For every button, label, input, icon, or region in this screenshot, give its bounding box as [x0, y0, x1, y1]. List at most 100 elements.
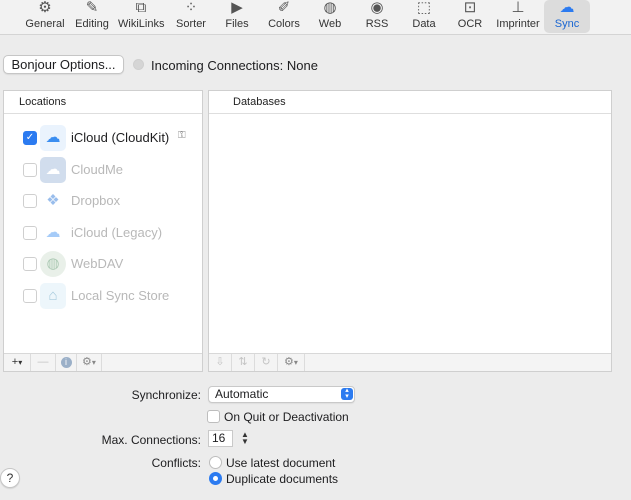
preferences-toolbar: ⚙ General ✎ Editing ⧉ WikiLinks ⁘ Sorter… — [0, 0, 631, 35]
rss-icon: ◉ — [370, 0, 384, 16]
databases-header-label: Databases — [233, 96, 286, 108]
sync-arrows-icon: ⇅ — [238, 356, 248, 368]
location-checkbox[interactable] — [23, 226, 37, 240]
tab-colors-label: Colors — [268, 18, 300, 30]
minus-icon: — — [37, 356, 49, 368]
tab-wikilinks[interactable]: ⧉ WikiLinks — [118, 0, 164, 33]
location-row-local-sync-store[interactable]: ⌂ Local Sync Store — [4, 282, 202, 310]
wikilinks-icon: ⧉ — [135, 0, 147, 16]
location-row-icloud-legacy[interactable]: ☁ iCloud (Legacy) — [4, 219, 202, 247]
conflict-latest-radio[interactable] — [209, 456, 222, 469]
tab-files[interactable]: ▶ Files — [214, 0, 260, 33]
refresh-button[interactable]: ↻ — [255, 354, 278, 371]
paintbrush-icon: ✐ — [277, 0, 291, 16]
add-location-button[interactable]: +▾ — [4, 354, 31, 371]
remove-location-button[interactable]: — — [31, 354, 56, 371]
tab-web[interactable]: ◍ Web — [307, 0, 353, 33]
locations-panel: Locations ✓ ☁ iCloud (CloudKit) ⚿ ☁ Clou… — [3, 90, 203, 372]
popup-chevron-icon: ▴ ▾ — [341, 387, 353, 400]
location-checkbox[interactable] — [23, 289, 37, 303]
conflict-duplicate-label: Duplicate documents — [226, 472, 339, 486]
tab-colors[interactable]: ✐ Colors — [261, 0, 307, 33]
databases-header: Databases — [209, 91, 611, 114]
ocr-icon: ⊡ — [463, 0, 477, 16]
synchronize-label: Synchronize: — [131, 388, 201, 402]
webdav-icon: ◍ — [40, 251, 66, 277]
stamp-icon: ⊥ — [511, 0, 525, 16]
tab-data-label: Data — [412, 18, 436, 30]
info-button[interactable]: i — [56, 354, 77, 371]
locations-action-menu[interactable]: ⚙▾ — [77, 354, 102, 371]
tab-editing[interactable]: ✎ Editing — [69, 0, 115, 33]
download-icon: ⇩ — [215, 356, 225, 368]
databases-list[interactable] — [209, 114, 611, 353]
globe-icon: ◍ — [323, 0, 337, 16]
tab-imprinter-label: Imprinter — [496, 18, 540, 30]
icloud-legacy-icon: ☁ — [45, 224, 61, 241]
sorter-icon: ⁘ — [184, 0, 198, 16]
databases-panel: Databases ⇩ ⇅ ↻ ⚙▾ — [208, 90, 612, 372]
cloud-icon: ☁ — [559, 0, 575, 16]
tab-sorter[interactable]: ⁘ Sorter — [168, 0, 214, 33]
pen-icon: ✎ — [85, 0, 99, 16]
incoming-status-indicator — [133, 59, 144, 70]
conflicts-label: Conflicts: — [151, 456, 201, 470]
tab-sorter-label: Sorter — [176, 18, 206, 30]
files-icon: ▶ — [231, 0, 243, 16]
location-row-cloudme[interactable]: ☁ CloudMe — [4, 156, 202, 184]
refresh-icon: ↻ — [261, 356, 271, 368]
data-icon: ⬚ — [416, 0, 432, 16]
locations-header: Locations — [4, 91, 202, 114]
location-label: WebDAV — [71, 256, 124, 271]
tab-rss-label: RSS — [365, 18, 389, 30]
tab-general[interactable]: ⚙ General — [22, 0, 68, 33]
tab-sync-label: Sync — [554, 18, 580, 30]
location-label: iCloud (Legacy) — [71, 225, 163, 240]
location-checkbox[interactable] — [23, 163, 37, 177]
on-quit-label: On Quit or Deactivation — [224, 410, 349, 424]
key-icon[interactable]: ⚿ — [178, 130, 186, 141]
tab-data[interactable]: ⬚ Data — [401, 0, 447, 33]
max-connections-label: Max. Connections: — [101, 433, 201, 447]
max-connections-field[interactable]: 16 — [208, 430, 233, 447]
max-connections-stepper[interactable]: ▲ ▼ — [240, 431, 250, 447]
bonjour-options-button[interactable]: Bonjour Options... — [3, 55, 124, 74]
tab-imprinter[interactable]: ⊥ Imprinter — [495, 0, 541, 33]
incoming-connections-text: Incoming Connections: None — [151, 58, 318, 73]
locations-header-label: Locations — [19, 96, 67, 108]
location-row-webdav[interactable]: ◍ WebDAV — [4, 250, 202, 278]
tab-ocr[interactable]: ⊡ OCR — [447, 0, 493, 33]
gear-menu-icon: ⚙ — [82, 356, 92, 368]
location-checkbox[interactable]: ✓ — [23, 131, 37, 145]
info-icon: i — [60, 357, 72, 368]
tab-wikilinks-label: WikiLinks — [118, 18, 165, 30]
dropbox-icon: ❖ — [46, 192, 60, 209]
sync-direction-button[interactable]: ⇅ — [232, 354, 255, 371]
synchronize-popup[interactable]: Automatic ▴ ▾ — [208, 386, 355, 403]
icloud-icon: ☁ — [40, 125, 66, 151]
conflict-latest-label: Use latest document — [226, 456, 336, 470]
tab-sync[interactable]: ☁ Sync — [544, 0, 590, 33]
databases-action-menu[interactable]: ⚙▾ — [278, 354, 305, 371]
location-label: CloudMe — [71, 162, 124, 177]
location-label: iCloud (CloudKit) — [71, 130, 170, 145]
on-quit-checkbox[interactable] — [207, 410, 220, 423]
databases-footer: ⇩ ⇅ ↻ ⚙▾ — [209, 353, 611, 371]
tab-editing-label: Editing — [75, 18, 109, 30]
location-row-icloud-cloudkit[interactable]: ✓ ☁ iCloud (CloudKit) ⚿ — [4, 124, 202, 152]
gear-icon: ⚙ — [38, 0, 52, 16]
location-label: Dropbox — [71, 193, 121, 208]
location-checkbox[interactable] — [23, 194, 37, 208]
conflict-duplicate-radio[interactable] — [209, 472, 222, 485]
location-checkbox[interactable] — [23, 257, 37, 271]
locations-footer: +▾ — i ⚙▾ — [4, 353, 202, 371]
tab-rss[interactable]: ◉ RSS — [354, 0, 400, 33]
tab-general-label: General — [25, 18, 65, 30]
location-label: Local Sync Store — [71, 288, 170, 303]
local-store-icon: ⌂ — [40, 283, 66, 309]
help-button[interactable]: ? — [0, 468, 20, 488]
tab-web-label: Web — [318, 18, 342, 30]
location-row-dropbox[interactable]: ❖ Dropbox — [4, 187, 202, 215]
import-button[interactable]: ⇩ — [209, 354, 232, 371]
tab-ocr-label: OCR — [457, 18, 483, 30]
